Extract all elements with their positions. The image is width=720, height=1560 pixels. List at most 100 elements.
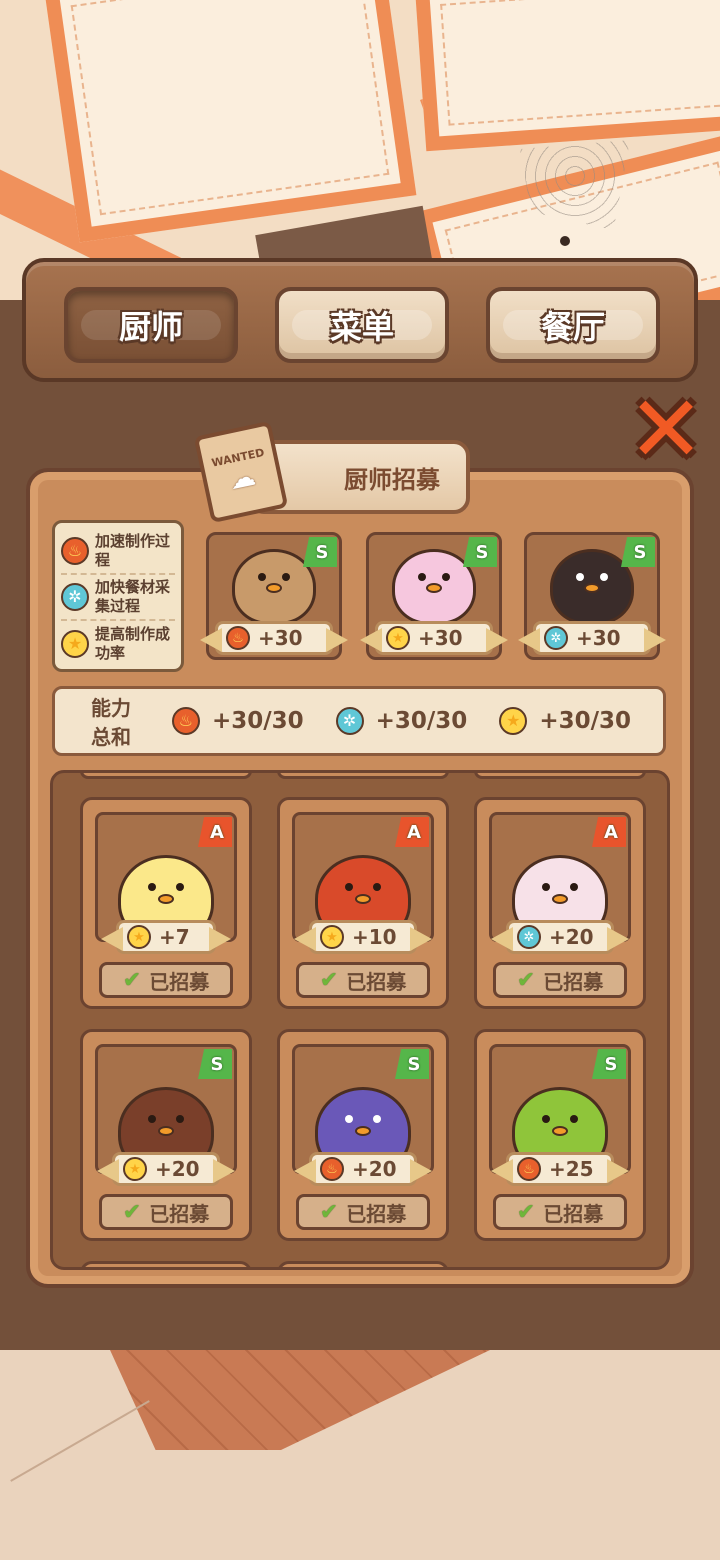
bonus-pill: ♨ +25 <box>506 1152 614 1186</box>
grade-badge: S <box>303 537 337 567</box>
recruited-button[interactable]: ✔ 已招募 <box>99 1194 233 1230</box>
check-icon: ✔ <box>319 1199 339 1225</box>
check-icon: ✔ <box>122 967 142 993</box>
chef-card[interactable]: A ★ +10 ✔ 已招募 <box>277 797 449 1009</box>
bonus-value: +30 <box>258 626 303 650</box>
legend-text: 提高制作成功率 <box>95 625 171 662</box>
panel-title: 厨师招募 <box>344 465 440 494</box>
tab-menu[interactable]: 菜单 <box>275 287 449 363</box>
bonus-pill: ✲ +30 <box>533 621 651 655</box>
bonus-value: +20 <box>549 925 594 949</box>
fan-icon: ✲ <box>517 925 541 949</box>
recruit-status: 已招募 <box>543 969 604 994</box>
chef-card[interactable]: A ★ +7 ✔ 已招募 <box>80 797 252 1009</box>
bonus-value: +30 <box>418 626 463 650</box>
bonus-pill: ★ +10 <box>309 920 417 954</box>
star-icon: ★ <box>386 626 410 650</box>
previous-row-card <box>277 773 449 779</box>
grade-badge: S <box>395 1049 429 1079</box>
tab-chef[interactable]: 厨师 <box>64 287 238 363</box>
bonus-value: +10 <box>352 925 397 949</box>
total-fire: ♨ +30/30 <box>171 707 304 735</box>
bonus-value: +20 <box>155 1157 200 1181</box>
fire-icon: ♨ <box>517 1157 541 1181</box>
bonus-pill: ♨ +30 <box>215 621 333 655</box>
chef-card[interactable]: A ✲ +20 ✔ 已招募 <box>474 797 646 1009</box>
tab-bar: 厨师 菜单 餐厅 <box>22 258 698 382</box>
close-button[interactable]: ✕ <box>624 384 708 476</box>
fire-icon: ♨ <box>61 537 89 565</box>
grade-badge: A <box>198 817 232 847</box>
bonus-value: +20 <box>352 1157 397 1181</box>
bonus-value: +25 <box>549 1157 594 1181</box>
legend-item: ✲ 加快餐材采集过程 <box>61 575 175 621</box>
recruit-status: 已招募 <box>346 1201 407 1226</box>
total-fan: ✲ +30/30 <box>335 707 468 735</box>
featured-chef-slot[interactable]: S ✲ +30 <box>524 532 660 660</box>
wall-frame <box>414 0 720 152</box>
fire-icon: ♨ <box>226 626 250 650</box>
legend-text: 加速制作过程 <box>95 532 171 569</box>
total-value: +30/30 <box>211 708 304 734</box>
star-icon: ★ <box>320 925 344 949</box>
total-value: +30/30 <box>375 708 468 734</box>
check-icon: ✔ <box>122 1199 142 1225</box>
viking-chef-portrait <box>232 549 316 625</box>
tab-restaurant[interactable]: 餐厅 <box>486 287 660 363</box>
chef-hat-icon: ☁ <box>226 460 259 496</box>
spider-icon <box>560 236 570 246</box>
tab-label: 菜单 <box>329 308 394 346</box>
bonus-pill: ★ +7 <box>116 920 216 954</box>
chef-card[interactable]: S ♨ +20 ✔ 已招募 <box>277 1029 449 1241</box>
star-icon: ★ <box>61 630 89 658</box>
grade-badge: S <box>621 537 655 567</box>
pirate-chef-portrait <box>550 549 634 625</box>
chef-card[interactable]: S ♨ +25 ✔ 已招募 <box>474 1029 646 1241</box>
previous-row-card <box>474 773 646 779</box>
fan-icon: ✲ <box>61 583 89 611</box>
star-icon: ★ <box>123 1157 147 1181</box>
fire-icon: ♨ <box>171 707 200 735</box>
bonus-pill: ★ +20 <box>112 1152 220 1186</box>
chef-grid[interactable]: A ★ +7 ✔ 已招募 A ★ +10 ✔ 已招募 A ✲ +20 ✔ 已招募… <box>50 770 670 1270</box>
grade-badge: S <box>463 537 497 567</box>
recruited-button[interactable]: ✔ 已招募 <box>296 962 430 998</box>
bonus-pill: ★ +30 <box>375 621 493 655</box>
recruited-button[interactable]: ✔ 已招募 <box>296 1194 430 1230</box>
grade-badge: A <box>592 817 626 847</box>
tab-label: 厨师 <box>118 308 183 346</box>
chef-card[interactable]: S ★ +20 ✔ 已招募 <box>80 1029 252 1241</box>
legend-item: ★ 提高制作成功率 <box>61 621 175 667</box>
grade-badge: A <box>395 817 429 847</box>
bonus-value: +7 <box>159 925 190 949</box>
close-icon: ✕ <box>627 376 705 483</box>
ability-total-bar: 能力总和 ♨ +30/30 ✲ +30/30 ★ +30/30 <box>52 686 666 756</box>
next-row-card <box>80 1261 252 1267</box>
recruited-button[interactable]: ✔ 已招募 <box>493 1194 627 1230</box>
recruit-status: 已招募 <box>149 1201 210 1226</box>
bonus-value: +30 <box>576 626 621 650</box>
pink-princess-chef-portrait <box>392 549 476 625</box>
recruit-status: 已招募 <box>149 969 210 994</box>
next-row-card <box>277 1261 449 1267</box>
grade-badge: S <box>592 1049 626 1079</box>
fire-icon: ♨ <box>320 1157 344 1181</box>
stat-legend: ♨ 加速制作过程 ✲ 加快餐材采集过程 ★ 提高制作成功率 <box>52 520 184 672</box>
featured-chef-slot[interactable]: S ♨ +30 <box>206 532 342 660</box>
check-icon: ✔ <box>516 967 536 993</box>
check-icon: ✔ <box>319 967 339 993</box>
check-icon: ✔ <box>516 1199 536 1225</box>
fan-icon: ✲ <box>335 707 364 735</box>
total-star: ★ +30/30 <box>499 707 631 735</box>
total-value: +30/30 <box>539 708 631 734</box>
featured-chef-slot[interactable]: S ★ +30 <box>366 532 502 660</box>
wall-frame <box>43 0 417 243</box>
total-label: 能力总和 <box>91 696 131 749</box>
star-icon: ★ <box>127 925 151 949</box>
tab-label: 餐厅 <box>540 308 605 346</box>
fan-icon: ✲ <box>544 626 568 650</box>
recruited-button[interactable]: ✔ 已招募 <box>99 962 233 998</box>
background-scene <box>0 0 720 300</box>
recruited-button[interactable]: ✔ 已招募 <box>493 962 627 998</box>
previous-row-card <box>80 773 252 779</box>
